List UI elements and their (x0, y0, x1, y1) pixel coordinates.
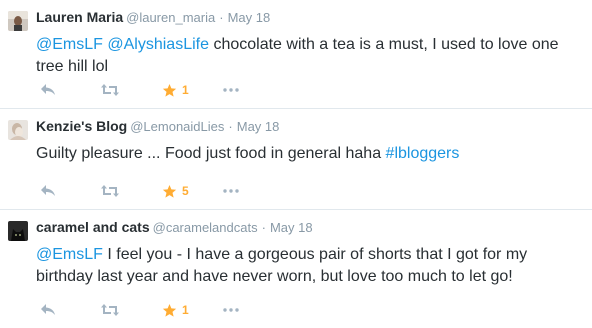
tweet-text: @EmsLF I feel you - I have a gorgeous pa… (36, 244, 576, 288)
avatar[interactable] (8, 11, 28, 31)
separator: · (228, 119, 233, 134)
retweet-button[interactable] (100, 82, 162, 98)
star-icon (162, 83, 177, 97)
more-icon (223, 308, 239, 312)
tweet-feed: Lauren Maria @lauren_maria · May 18 @EmsLF … (0, 0, 592, 328)
retweet-button[interactable] (100, 302, 162, 318)
tweet-text: Guilty pleasure ... Food just food in ge… (36, 143, 576, 165)
tweet-text: @EmsLF @AlyshiasLife chocolate with a te… (36, 34, 576, 78)
tweet-item[interactable]: Lauren Maria @lauren_maria · May 18 @EmsLF … (0, 0, 592, 109)
username[interactable]: @LemonaidLies (130, 119, 224, 134)
retweet-icon (101, 304, 119, 316)
mention-link[interactable]: @AlyshiasLife (107, 36, 209, 53)
more-icon (223, 189, 239, 193)
favorite-count: 1 (182, 303, 189, 317)
tweet-item[interactable]: Kenzie's Blog @LemonaidLies · May 18 Guilty… (0, 109, 592, 210)
retweet-icon (101, 84, 119, 96)
separator: · (261, 220, 266, 235)
more-icon (223, 88, 239, 92)
favorite-button[interactable]: 1 (162, 302, 222, 318)
username[interactable]: @caramelandcats (153, 220, 258, 235)
favorite-button[interactable]: 1 (162, 82, 222, 98)
reply-button[interactable] (40, 183, 100, 199)
tweet-text-content: Guilty pleasure ... Food just food in ge… (36, 145, 386, 162)
favorite-count: 5 (182, 184, 189, 198)
star-icon (162, 303, 177, 317)
more-button[interactable] (222, 302, 242, 318)
tweet-header: caramel and cats @caramelandcats · May 18 (36, 219, 313, 236)
reply-button[interactable] (40, 82, 100, 98)
retweet-button[interactable] (100, 183, 162, 199)
timestamp[interactable]: May 18 (228, 10, 271, 25)
display-name[interactable]: Kenzie's Blog (36, 118, 127, 134)
favorite-button[interactable]: 5 (162, 183, 222, 199)
timestamp[interactable]: May 18 (237, 119, 280, 134)
hashtag-link[interactable]: #lbloggers (386, 145, 460, 162)
avatar[interactable] (8, 120, 28, 140)
avatar[interactable] (8, 221, 28, 241)
more-button[interactable] (222, 82, 242, 98)
tweet-header: Lauren Maria @lauren_maria · May 18 (36, 9, 270, 26)
display-name[interactable]: caramel and cats (36, 219, 150, 235)
mention-link[interactable]: @EmsLF (36, 36, 103, 53)
reply-icon (41, 84, 55, 95)
mention-link[interactable]: @EmsLF (36, 246, 103, 263)
tweet-text-content: I feel you - I have a gorgeous pair of s… (36, 246, 528, 285)
star-icon (162, 184, 177, 198)
tweet-actions: 1 (40, 302, 242, 318)
retweet-icon (101, 185, 119, 197)
reply-button[interactable] (40, 302, 100, 318)
more-button[interactable] (222, 183, 242, 199)
favorite-count: 1 (182, 83, 189, 97)
username[interactable]: @lauren_maria (126, 10, 215, 25)
reply-icon (41, 185, 55, 196)
tweet-actions: 1 (40, 82, 242, 98)
tweet-actions: 5 (40, 183, 242, 199)
tweet-header: Kenzie's Blog @LemonaidLies · May 18 (36, 118, 279, 135)
tweet-item[interactable]: caramel and cats @caramelandcats · May 18 @… (0, 210, 592, 328)
separator: · (219, 10, 224, 25)
timestamp[interactable]: May 18 (270, 220, 313, 235)
reply-icon (41, 304, 55, 315)
display-name[interactable]: Lauren Maria (36, 9, 123, 25)
